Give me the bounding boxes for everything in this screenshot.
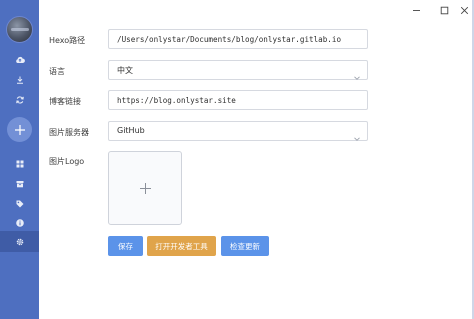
- chevron-down-icon: [353, 67, 361, 80]
- sidebar: [0, 0, 39, 319]
- hexo-path-value: /Users/onlystar/Documents/blog/onlystar.…: [117, 34, 342, 44]
- check-update-button[interactable]: 检查更新: [221, 236, 269, 256]
- archive-icon[interactable]: [12, 176, 27, 191]
- language-select[interactable]: 中文: [108, 60, 368, 80]
- hexo-path-input[interactable]: /Users/onlystar/Documents/blog/onlystar.…: [108, 29, 368, 49]
- language-label: 语言: [49, 67, 65, 76]
- close-icon[interactable]: [457, 4, 471, 16]
- logo-upload-box[interactable]: [108, 151, 182, 225]
- info-icon[interactable]: [12, 215, 27, 230]
- grid-icon[interactable]: [12, 156, 27, 171]
- plus-icon: [14, 124, 25, 135]
- download-icon[interactable]: [12, 72, 27, 87]
- image-logo-label: 图片Logo: [49, 157, 85, 166]
- image-server-select[interactable]: GitHub: [108, 121, 368, 141]
- avatar[interactable]: [6, 16, 33, 43]
- language-value: 中文: [117, 66, 133, 75]
- blog-link-input[interactable]: https://blog.onlystar.site: [108, 90, 368, 110]
- cloud-upload-icon[interactable]: [12, 52, 27, 67]
- tag-icon[interactable]: [12, 196, 27, 211]
- add-post-button[interactable]: [7, 117, 32, 142]
- blog-link-value: https://blog.onlystar.site: [117, 95, 236, 105]
- save-button[interactable]: 保存: [108, 236, 143, 256]
- image-server-label: 图片服务器: [49, 128, 89, 137]
- blog-link-label: 博客链接: [49, 97, 81, 106]
- plus-icon: [139, 182, 151, 194]
- sync-icon[interactable]: [12, 92, 27, 107]
- minimize-icon[interactable]: [409, 4, 423, 16]
- gear-icon[interactable]: [12, 234, 27, 249]
- app-window: Hexo路径 /Users/onlystar/Documents/blog/on…: [0, 0, 474, 319]
- maximize-icon[interactable]: [437, 4, 451, 16]
- hexo-path-label: Hexo路径: [49, 36, 86, 45]
- open-devtools-button[interactable]: 打开开发者工具: [147, 236, 216, 256]
- chevron-down-icon: [353, 128, 361, 141]
- image-server-value: GitHub: [117, 126, 145, 135]
